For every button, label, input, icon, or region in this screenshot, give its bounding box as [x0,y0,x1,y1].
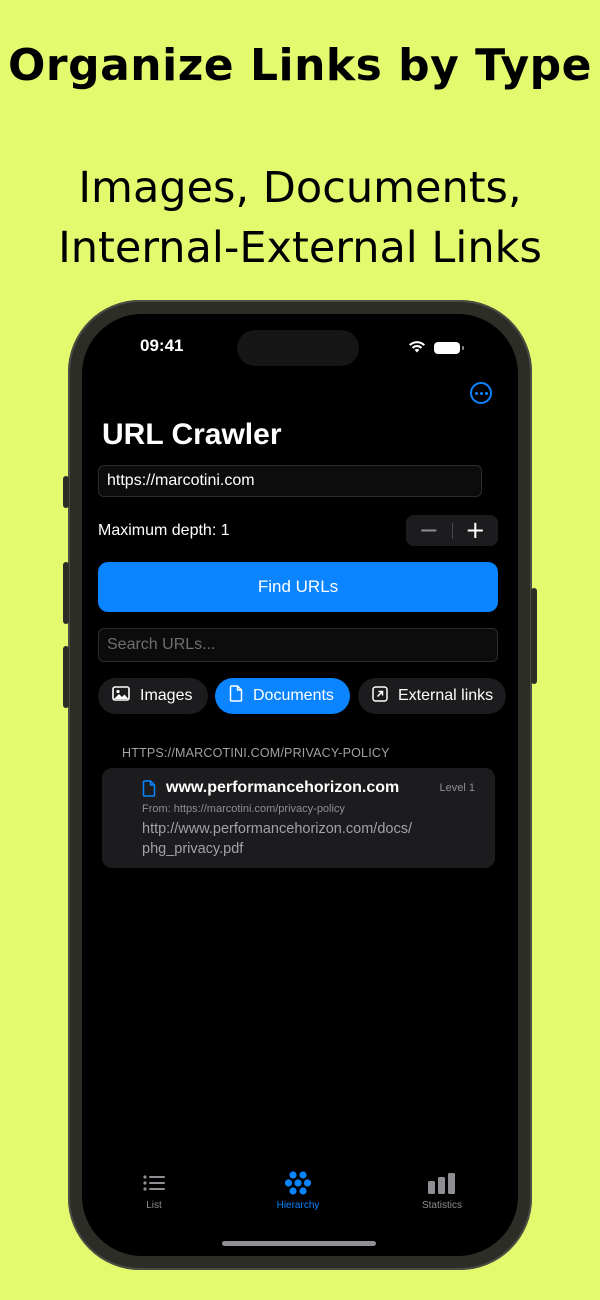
result-level-badge: Level 1 [439,782,475,794]
phone-screen: 09:41 URL Crawler https://marcotini.com … [82,314,518,1256]
filter-chip-external-links[interactable]: External links [358,678,506,714]
promo-subline-2: Internal-External Links [58,223,542,273]
filter-chip-documents[interactable]: Documents [215,678,350,714]
result-source: From: https://marcotini.com/privacy-poli… [142,803,345,815]
list-item[interactable]: www.performancehorizon.com Level 1 From:… [102,768,495,868]
result-url: http://www.performancehorizon.com/docs/ … [142,819,442,859]
power-button [531,588,537,684]
battery-icon [434,341,464,354]
max-depth-label: Maximum depth: 1 [98,522,230,539]
ellipsis-dot [484,391,488,395]
result-url-line: http://www.performancehorizon.com/docs/ [142,821,412,837]
page-title: URL Crawler [102,418,282,451]
arrow-up-right-square-icon [372,685,388,707]
ellipsis-dot [479,391,483,395]
tab-label: Statistics [421,1200,462,1211]
promo-page: Organize Links by Type Images, Documents… [0,0,600,1300]
tab-label: Hierarchy [276,1200,320,1211]
depth-stepper: − + [406,515,498,546]
action-button [63,476,69,508]
tab-statistics[interactable]: Statistics [392,1170,492,1211]
url-input[interactable]: https://marcotini.com [98,465,482,497]
status-time: 09:41 [140,336,184,355]
search-input[interactable]: Search URLs... [98,628,498,662]
promo-subline-1: Images, Documents, [78,163,522,213]
document-icon [229,685,243,707]
hierarchy-icon [248,1170,348,1196]
tab-hierarchy[interactable]: Hierarchy [248,1170,348,1211]
tab-bar: List Hierarchy Statistics [82,1156,518,1256]
document-icon [142,780,156,801]
filter-chip-label: Documents [253,687,334,704]
section-header: HTTPS://MARCOTINI.COM/PRIVACY-POLICY [122,746,390,760]
filter-chip-images[interactable]: Images [98,678,208,714]
stepper-decrement-button[interactable]: − [406,515,452,546]
promo-headline: Organize Links by Type [8,40,592,91]
filter-chip-label: External links [398,687,494,704]
dynamic-island [237,330,359,366]
volume-down-button [63,646,69,708]
ellipsis-dot [474,391,478,395]
photo-icon [112,686,130,706]
filter-chip-label: Images [140,687,193,704]
tab-list[interactable]: List [104,1170,204,1211]
find-urls-button[interactable]: Find URLs [98,562,498,612]
result-url-line: phg_privacy.pdf [142,841,244,857]
more-options-button[interactable] [470,382,492,404]
wifi-icon [408,338,426,357]
status-icons [408,338,464,357]
chart-bar-icon [392,1170,492,1196]
home-indicator[interactable] [222,1241,376,1246]
result-host: www.performancehorizon.com [166,779,400,796]
volume-up-button [63,562,69,624]
stepper-increment-button[interactable]: + [453,515,499,546]
tab-label: List [146,1200,162,1211]
list-icon [104,1170,204,1196]
